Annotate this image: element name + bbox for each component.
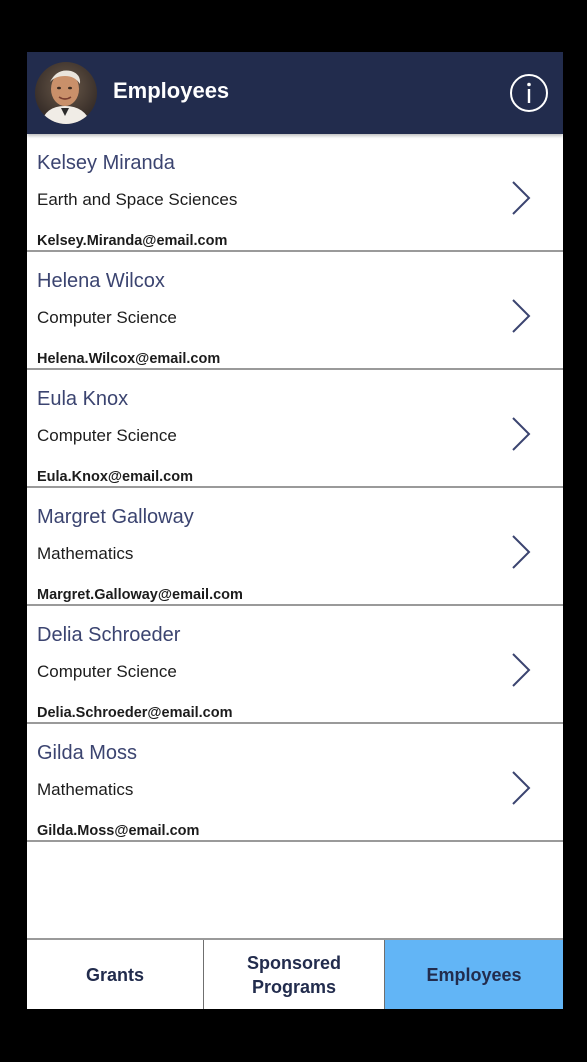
employee-row[interactable]: Margret Galloway Mathematics Margret.Gal… [27, 488, 563, 606]
employee-department: Computer Science [37, 662, 177, 681]
avatar-photo-icon [35, 62, 97, 124]
employee-email: Helena.Wilcox@email.com [37, 351, 221, 367]
employee-row[interactable]: Helena Wilcox Computer Science Helena.Wi… [27, 252, 563, 370]
employee-name: Margret Galloway [37, 506, 194, 528]
tab-label: Grants [85, 964, 145, 985]
employee-email: Eula.Knox@email.com [37, 469, 193, 485]
info-circle-icon [510, 74, 548, 112]
employee-name: Delia Schroeder [37, 624, 181, 646]
employee-row[interactable]: Eula Knox Computer Science Eula.Knox@ema… [27, 370, 563, 488]
chevron-right-icon[interactable] [509, 180, 533, 216]
employee-email: Margret.Galloway@email.com [37, 587, 243, 603]
employee-department: Mathematics [37, 780, 134, 799]
employee-email: Delia.Schroeder@email.com [37, 705, 233, 721]
employee-department: Computer Science [37, 308, 177, 327]
bottom-tab-bar: Grants Sponsored Programs Employees [27, 938, 563, 1009]
employee-list: Kelsey Miranda Earth and Space Sciences … [27, 134, 563, 842]
employee-department: Computer Science [37, 426, 177, 445]
tab-sponsored-programs[interactable]: Sponsored Programs [204, 940, 385, 1009]
chevron-right-icon[interactable] [509, 534, 533, 570]
employee-email: Kelsey.Miranda@email.com [37, 233, 228, 249]
chevron-right-icon[interactable] [509, 652, 533, 688]
employee-name: Eula Knox [37, 388, 129, 410]
tab-label: Employees [426, 964, 522, 985]
employee-department: Mathematics [37, 544, 134, 563]
tab-employees[interactable]: Employees [385, 940, 563, 1009]
employee-row[interactable]: Delia Schroeder Computer Science Delia.S… [27, 606, 563, 724]
chevron-right-icon[interactable] [509, 298, 533, 334]
app-header: Employees [27, 52, 563, 134]
chevron-right-icon[interactable] [509, 770, 533, 806]
employee-department: Earth and Space Sciences [37, 190, 238, 209]
employee-email: Gilda.Moss@email.com [37, 823, 200, 839]
employee-row[interactable]: Kelsey Miranda Earth and Space Sciences … [27, 134, 563, 252]
tab-grants[interactable]: Grants [27, 940, 204, 1009]
chevron-right-icon[interactable] [509, 416, 533, 452]
employee-name: Gilda Moss [37, 742, 138, 764]
info-button[interactable] [507, 71, 551, 115]
page-title: Employees [113, 78, 230, 103]
tab-label: Sponsored Programs [246, 952, 341, 997]
employee-name: Helena Wilcox [37, 270, 165, 292]
avatar[interactable] [35, 62, 97, 124]
app-screen: Employees Kelsey Miranda Earth and Space… [27, 52, 563, 1009]
employee-row[interactable]: Gilda Moss Mathematics Gilda.Moss@email.… [27, 724, 563, 842]
employee-name: Kelsey Miranda [37, 152, 175, 174]
